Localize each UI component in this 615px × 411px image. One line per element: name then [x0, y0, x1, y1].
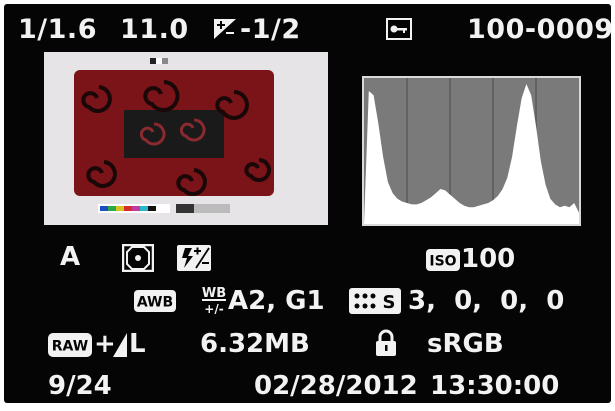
- exposure-compensation-icon: [213, 18, 237, 44]
- histogram-graph: [364, 78, 579, 224]
- key-protect-icon: [386, 18, 412, 44]
- frame-counter: 9/24: [48, 371, 112, 401]
- capture-time: 13:30:00: [430, 371, 560, 401]
- capture-date: 02/28/2012: [254, 371, 418, 401]
- wb-shift-icon: WB +/-: [200, 284, 228, 318]
- shooting-mode: A: [60, 242, 81, 272]
- picture-style-label: S: [383, 292, 396, 313]
- awb-label: AWB: [137, 295, 173, 311]
- flash-compensation-icon: [176, 244, 212, 276]
- iso-label: ISO: [429, 254, 456, 270]
- iso-value: 100: [461, 244, 516, 274]
- svg-text:WB: WB: [202, 286, 226, 301]
- evaluative-metering-icon: [121, 243, 155, 276]
- aperture-value: 11.0: [120, 14, 189, 45]
- awb-icon: AWB: [134, 290, 176, 316]
- raw-label: RAW: [52, 339, 88, 355]
- wb-shift-value: A2, G1: [228, 286, 325, 316]
- shutter-speed: 1/1.6: [18, 14, 97, 45]
- picture-style-icon: S: [349, 288, 401, 318]
- image-thumbnail: [44, 52, 328, 225]
- svg-text:+/-: +/-: [204, 302, 223, 314]
- playback-screen: 1/1.6 11.0 -1/2 100-0009 A ISO 100 AWB W…: [4, 4, 614, 403]
- histogram: [362, 76, 581, 226]
- image-quality: L: [129, 329, 146, 359]
- histogram-curve: [364, 84, 579, 224]
- file-size: 6.32MB: [200, 329, 310, 359]
- raw-icon: RAW: [48, 333, 92, 361]
- file-number: 100-0009: [467, 14, 614, 45]
- lock-icon: [374, 329, 398, 361]
- exposure-comp-value: -1/2: [240, 14, 301, 45]
- color-space: sRGB: [427, 329, 504, 359]
- quality-fine-icon: [113, 333, 127, 361]
- picture-style-values: 3, 0, 0, 0: [408, 286, 565, 316]
- iso-icon: ISO: [426, 249, 460, 275]
